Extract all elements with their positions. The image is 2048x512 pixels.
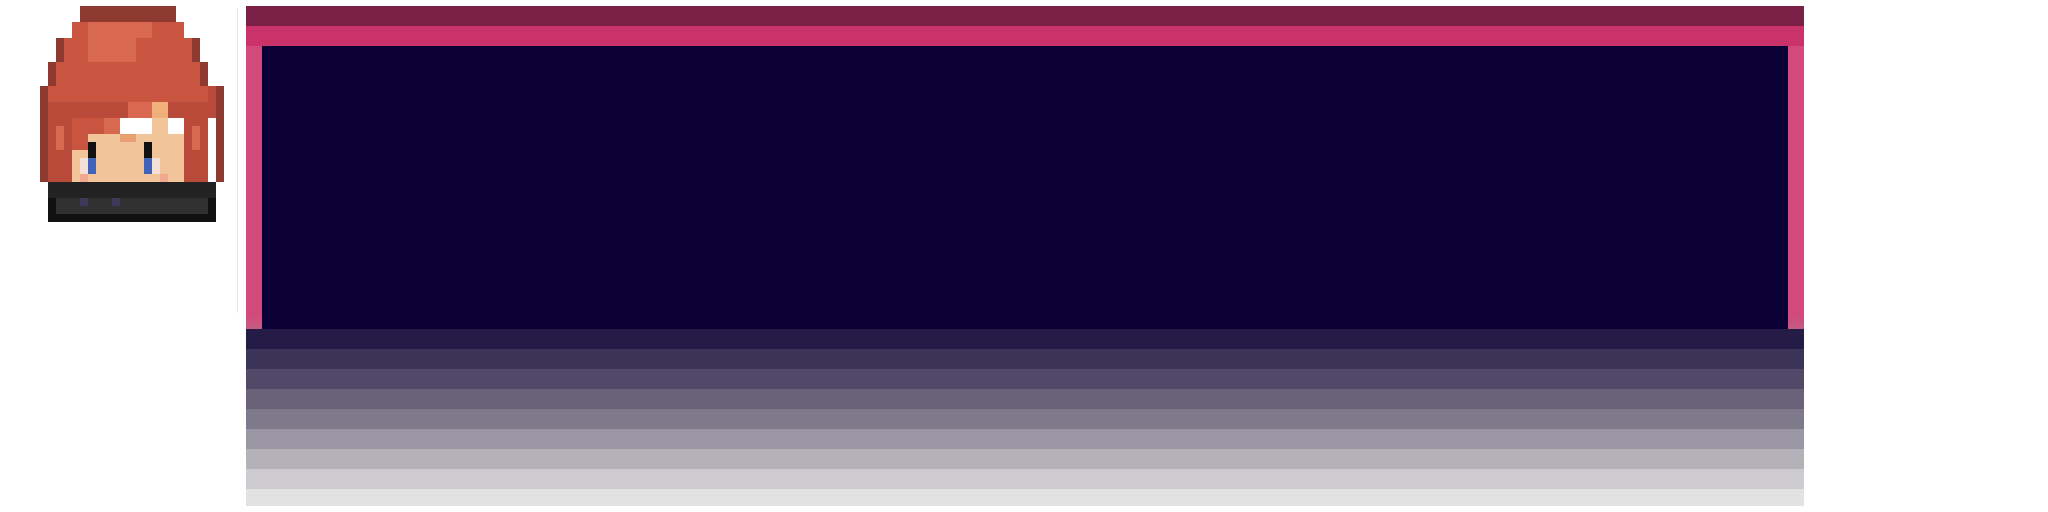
window-top-border	[246, 6, 1804, 26]
fade-band	[246, 429, 1804, 449]
dialogue-window[interactable]	[246, 6, 1804, 506]
character-portrait	[40, 6, 224, 254]
fade-band	[246, 409, 1804, 429]
fade-band	[246, 389, 1804, 409]
fade-band	[246, 449, 1804, 469]
fade-band	[246, 469, 1804, 489]
fade-band	[246, 329, 1804, 349]
fade-band	[246, 369, 1804, 389]
window-top-accent	[246, 26, 1804, 46]
fade-band	[246, 349, 1804, 369]
portrait-divider	[237, 8, 238, 313]
fade-band	[246, 489, 1804, 506]
red-haired-character-portrait	[40, 6, 224, 222]
